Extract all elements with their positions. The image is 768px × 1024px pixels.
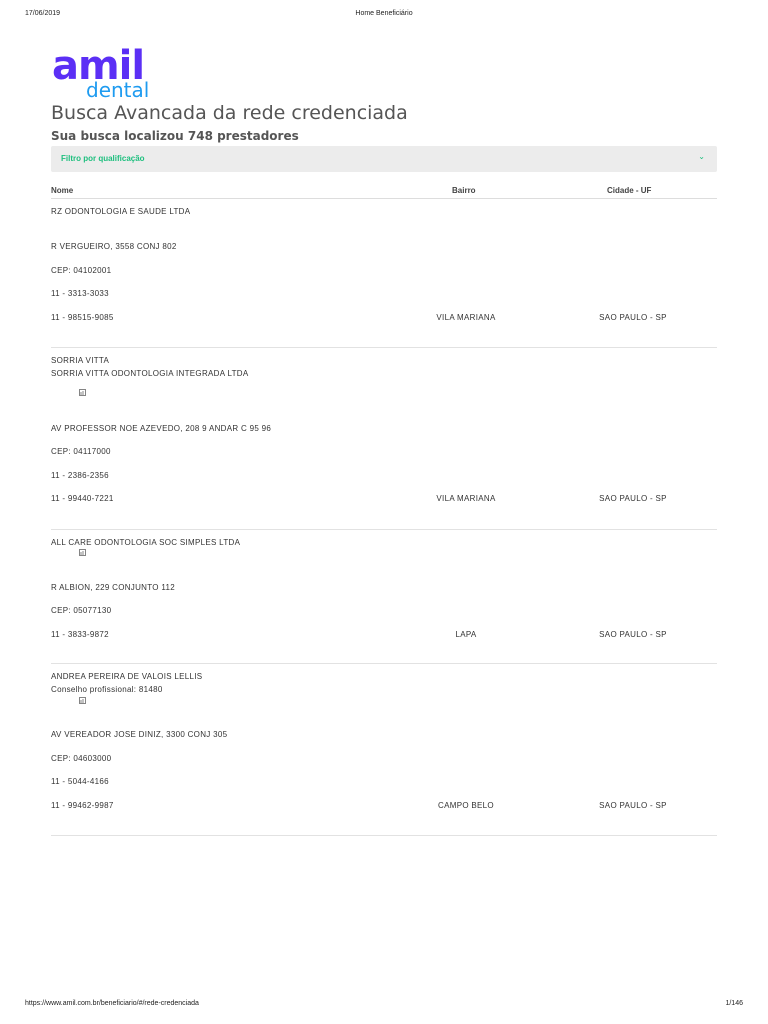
provider-row: RZ ODONTOLOGIA E SAUDE LTDA R VERGUEIRO,… [51,199,717,348]
provider-phone: 11 - 5044-4166 [51,777,109,786]
page-title: Busca Avancada da rede credenciada [51,102,408,124]
column-header-bairro: Bairro [452,186,476,195]
print-url: https://www.amil.com.br/beneficiario/#/r… [25,1000,199,1007]
qualification-icon[interactable] [79,389,86,398]
chevron-down-icon: ⌄ [698,152,705,161]
column-header-cidade: Cidade - UF [607,186,652,195]
provider-cidade: SAO PAULO - SP [599,313,667,322]
provider-row: ALL CARE ODONTOLOGIA SOC SIMPLES LTDA R … [51,529,717,664]
print-page-count: 1/146 [725,1000,743,1007]
provider-phone: 11 - 99440-7221 [51,494,114,503]
print-footer: https://www.amil.com.br/beneficiario/#/r… [25,1000,743,1012]
provider-address: R VERGUEIRO, 3558 CONJ 802 [51,242,177,251]
provider-phone: 11 - 99462-9987 [51,801,114,810]
provider-phone: 11 - 2386-2356 [51,471,109,480]
provider-legal-name: SORRIA VITTA ODONTOLOGIA INTEGRADA LTDA [51,369,249,378]
provider-bairro: VILA MARIANA [436,313,496,322]
provider-address: AV VEREADOR JOSE DINIZ, 3300 CONJ 305 [51,730,228,739]
table-header: Nome Bairro Cidade - UF [51,184,717,199]
provider-address: R ALBION, 229 CONJUNTO 112 [51,583,175,592]
provider-cidade: SAO PAULO - SP [599,630,667,639]
filter-label: Filtro por qualificação [61,154,145,163]
provider-cep: CEP: 04117000 [51,447,111,456]
print-page-title: Home Beneficiário [355,10,413,17]
provider-name: RZ ODONTOLOGIA E SAUDE LTDA [51,207,191,216]
provider-row: SORRIA VITTA SORRIA VITTA ODONTOLOGIA IN… [51,347,717,530]
provider-cep: CEP: 04603000 [51,754,112,763]
provider-name: SORRIA VITTA [51,356,110,365]
qualification-filter-dropdown[interactable]: Filtro por qualificação ⌄ [51,146,717,172]
qualification-icon[interactable] [79,549,86,558]
provider-cidade: SAO PAULO - SP [599,801,667,810]
provider-address: AV PROFESSOR NOE AZEVEDO, 208 9 ANDAR C … [51,424,272,433]
provider-name: ANDREA PEREIRA DE VALOIS LELLIS [51,672,203,681]
print-header: 17/06/2019 Home Beneficiário [25,10,743,22]
logo-dental-text: dental [86,78,150,102]
provider-cep: CEP: 05077130 [51,606,112,615]
provider-bairro: VILA MARIANA [436,494,496,503]
provider-council: Conselho profissional: 81480 [51,685,163,694]
provider-row: ANDREA PEREIRA DE VALOIS LELLIS Conselho… [51,663,717,836]
provider-cep: CEP: 04102001 [51,266,112,275]
amil-dental-logo[interactable]: amil dental [52,46,162,102]
column-header-nome: Nome [51,186,74,195]
result-count: Sua busca localizou 748 prestadores [51,129,299,143]
provider-bairro: CAMPO BELO [438,801,494,810]
qualification-icon[interactable] [79,697,86,706]
provider-phone: 11 - 3833-9872 [51,630,109,639]
provider-bairro: LAPA [455,630,477,639]
provider-name: ALL CARE ODONTOLOGIA SOC SIMPLES LTDA [51,538,241,547]
provider-phone: 11 - 98515-9085 [51,313,114,322]
provider-phone: 11 - 3313-3033 [51,289,109,298]
provider-cidade: SAO PAULO - SP [599,494,667,503]
